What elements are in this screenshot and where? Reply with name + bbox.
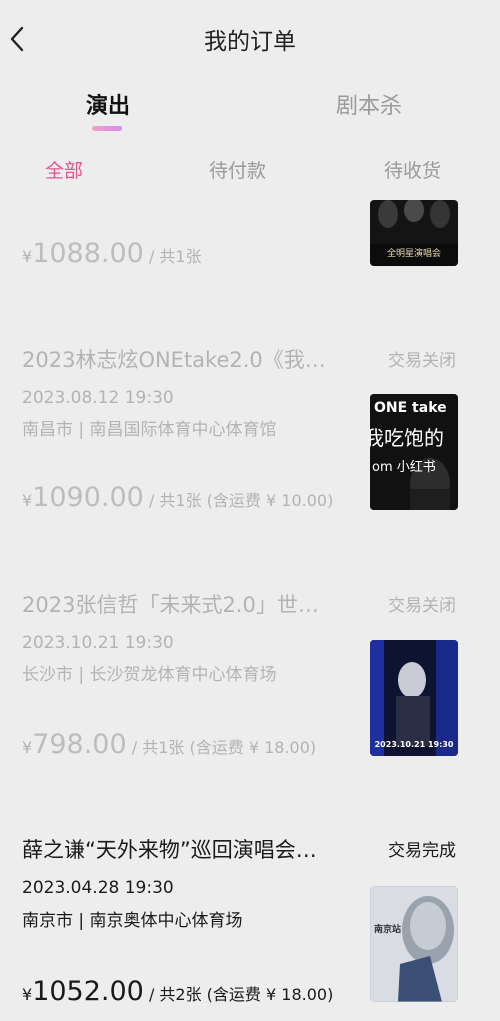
tab-performances[interactable]: 演出: [86, 88, 130, 120]
status-tab-pending-payment[interactable]: 待付款: [209, 156, 266, 183]
poster-art: [370, 640, 458, 756]
poster-caption: ONE take: [374, 400, 447, 416]
order-datetime: 2023.08.12 19:30: [22, 388, 174, 408]
poster-overlay-text: 我吃饱的: [370, 426, 444, 450]
order-price: ¥798.00 / 共1张 (含运费 ¥ 18.00): [22, 729, 317, 760]
status-tabs: 全部 待付款 待收货: [0, 156, 500, 186]
order-venue: 南京市 | 南京奥体中心体育场: [22, 911, 243, 931]
order-datetime: 2023.04.28 19:30: [22, 878, 174, 898]
status-tab-pending-receipt[interactable]: 待收货: [384, 156, 441, 183]
page-title: 我的订单: [204, 29, 296, 55]
order-status: 交易关闭: [388, 596, 456, 616]
order-venue: 长沙市 | 长沙贺龙体育中心体育场: [22, 665, 277, 685]
poster-art: [370, 886, 458, 1002]
order-title: 薛之谦“天外来物”巡回演唱会…: [22, 838, 317, 862]
order-datetime: 2023.10.21 19:30: [22, 633, 174, 653]
order-card[interactable]: 2023张信哲「未来式2.0」世… 交易关闭 2023.10.21 19:30 …: [0, 587, 500, 787]
poster-caption: 全明星演唱会: [386, 249, 441, 259]
category-tabs: 演出 剧本杀: [0, 84, 500, 140]
order-venue: 南昌市 | 南昌国际体育中心体育馆: [22, 420, 277, 440]
order-card[interactable]: ¥1088.00 / 共1张 全明星演唱会: [0, 200, 500, 280]
order-price: ¥1088.00 / 共1张: [22, 238, 202, 269]
active-tab-indicator: [92, 126, 122, 131]
poster-caption: 南京站: [374, 925, 402, 935]
order-title: 2023林志炫ONEtake2.0《我…: [22, 348, 326, 372]
status-tab-all[interactable]: 全部: [45, 156, 83, 183]
order-card[interactable]: 薛之谦“天外来物”巡回演唱会… 交易完成 2023.04.28 19:30 南京…: [0, 830, 500, 1021]
order-poster-image[interactable]: ONE take 我吃饱的 om 小红书: [370, 394, 458, 510]
order-status: 交易完成: [388, 841, 456, 861]
order-poster-image[interactable]: 全明星演唱会: [370, 200, 458, 266]
order-poster-image[interactable]: 南京站: [370, 886, 458, 1002]
order-poster-image[interactable]: 2023.10.21 19:30: [370, 640, 458, 756]
nav-bar: 我的订单: [0, 0, 500, 76]
poster-watermark: om 小红书: [372, 460, 436, 475]
order-price: ¥1090.00 / 共1张 (含运费 ¥ 10.00): [22, 482, 334, 513]
order-card[interactable]: 2023林志炫ONEtake2.0《我… 交易关闭 2023.08.12 19:…: [0, 340, 500, 540]
tab-script-murder[interactable]: 剧本杀: [336, 88, 402, 120]
order-status: 交易关闭: [388, 351, 456, 371]
poster-date-text: 2023.10.21 19:30: [374, 740, 454, 749]
order-price: ¥1052.00 / 共2张 (含运费 ¥ 18.00): [22, 976, 334, 1007]
order-title: 2023张信哲「未来式2.0」世…: [22, 593, 319, 617]
